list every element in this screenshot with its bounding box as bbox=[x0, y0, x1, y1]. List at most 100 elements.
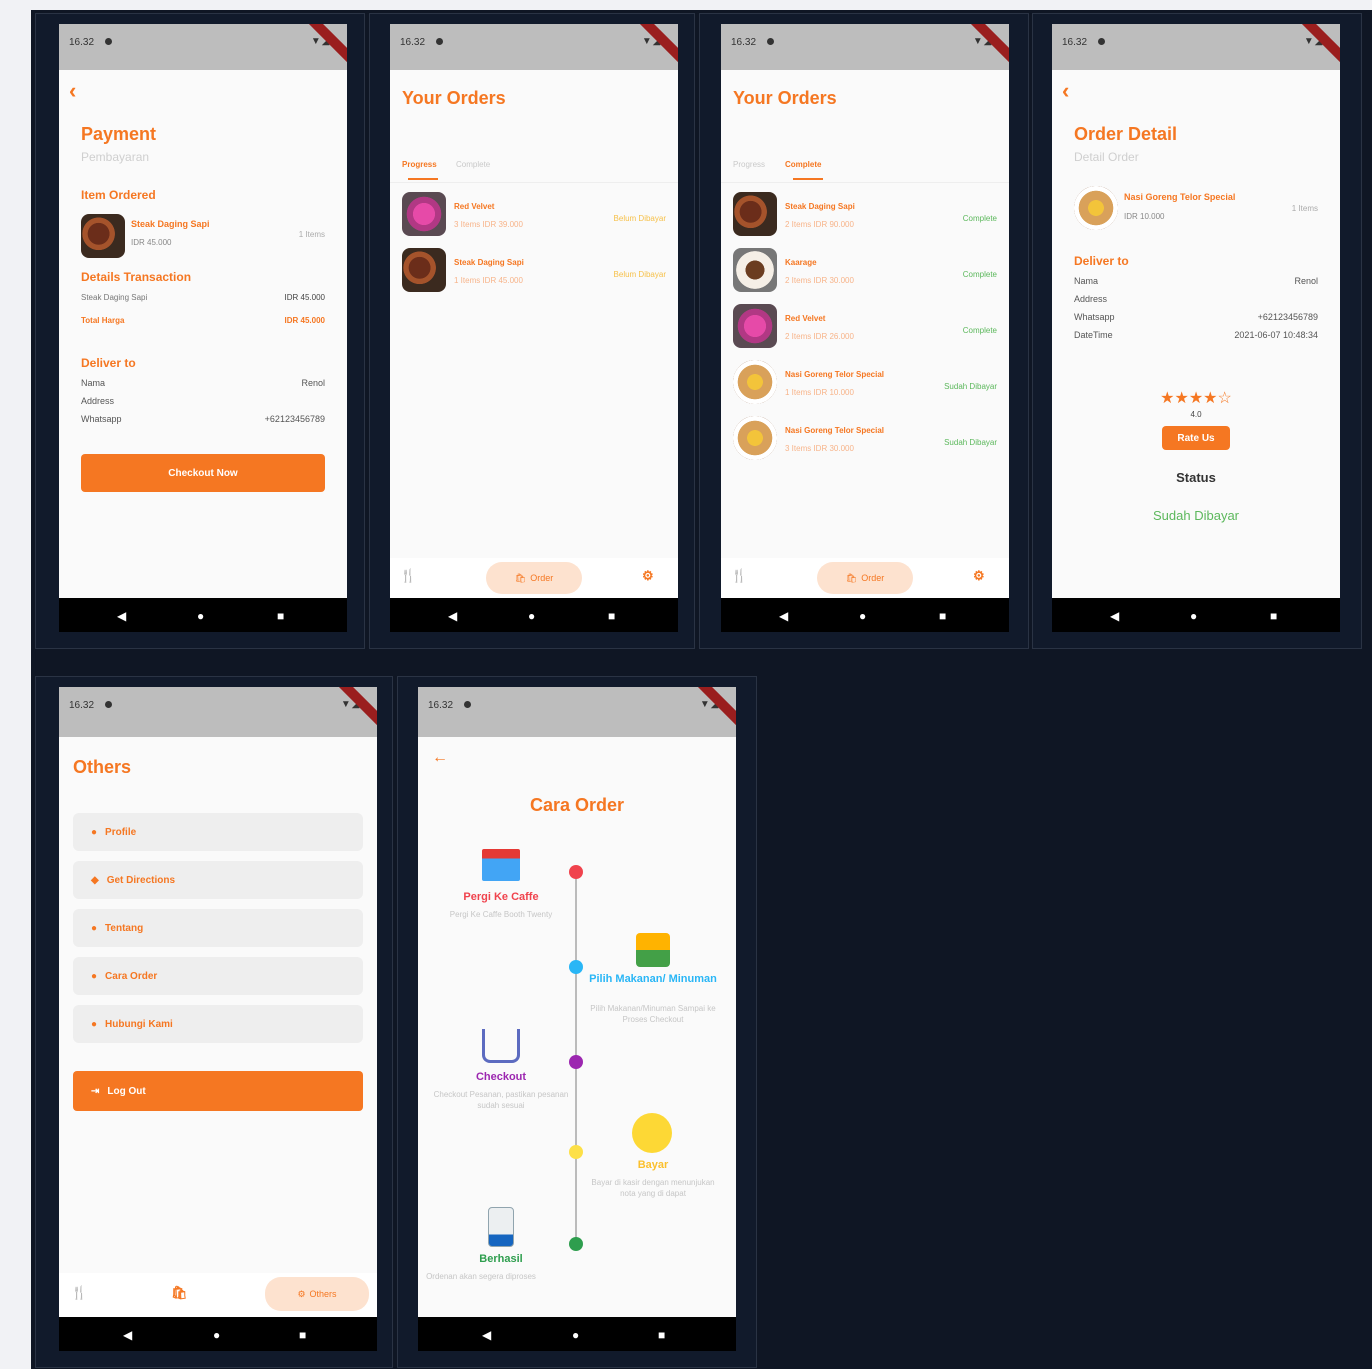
page-subtitle: Detail Order bbox=[1074, 150, 1139, 164]
settings-icon: ⚙ bbox=[297, 1288, 306, 1299]
detail-row-name: Steak Daging Sapi bbox=[81, 293, 148, 302]
bottom-nav: 🍴 🛍 Order ⚙ bbox=[721, 558, 1009, 598]
order-status: Sudah Dibayar bbox=[944, 438, 997, 447]
nav-back-icon[interactable]: ◀ bbox=[1110, 609, 1119, 623]
nav-back-icon[interactable]: ◀ bbox=[482, 1328, 491, 1342]
nav-recent-icon[interactable]: ■ bbox=[1270, 609, 1277, 623]
nav-recent-icon[interactable]: ■ bbox=[939, 609, 946, 623]
nav-back-icon[interactable]: ◀ bbox=[779, 609, 788, 623]
menu-item-hubungi[interactable]: ● Hubungi Kami bbox=[73, 1005, 363, 1043]
detail-datetime-value: 2021-06-07 10:48:34 bbox=[1234, 330, 1318, 340]
settings-icon[interactable]: ⚙ bbox=[973, 568, 985, 584]
item-ordered-label: Item Ordered bbox=[81, 188, 156, 202]
menu-item-label: Hubungi Kami bbox=[105, 1018, 173, 1030]
timeline-dot-4 bbox=[569, 1145, 583, 1159]
order-status: Sudah Dibayar bbox=[944, 382, 997, 391]
nav-home-icon[interactable]: ● bbox=[528, 609, 535, 623]
tab-progress[interactable]: Progress bbox=[402, 160, 437, 169]
item-thumbnail bbox=[81, 214, 125, 258]
rating-stars-icon[interactable]: ★★★★☆ bbox=[1052, 388, 1340, 408]
menu-item-tentang[interactable]: ● Tentang bbox=[73, 909, 363, 947]
logout-icon: ⇥ bbox=[91, 1085, 100, 1097]
nav-recent-icon[interactable]: ■ bbox=[608, 609, 615, 623]
nav-home-icon[interactable]: ● bbox=[1190, 609, 1197, 623]
order-thumbnail bbox=[402, 192, 446, 236]
item-price: IDR 45.000 bbox=[131, 238, 172, 247]
nav-back-icon[interactable]: ◀ bbox=[123, 1328, 132, 1342]
menu-item-profile[interactable]: ● Profile bbox=[73, 813, 363, 851]
page-title: Your Orders bbox=[402, 88, 506, 108]
order-icon: 🛍 bbox=[514, 572, 527, 583]
timeline-dot-3 bbox=[569, 1055, 583, 1069]
nav-back-icon[interactable]: ◀ bbox=[117, 609, 126, 623]
nav-back-icon[interactable]: ◀ bbox=[448, 609, 457, 623]
step-title: Berhasil bbox=[479, 1253, 523, 1265]
page-title: Your Orders bbox=[733, 88, 837, 108]
nav-home-icon[interactable]: ● bbox=[572, 1328, 579, 1342]
nav-order-label: Order bbox=[861, 573, 885, 583]
status-bar: 16.32 ▼◢▮ bbox=[390, 24, 678, 70]
system-navbar: ◀ ● ■ bbox=[1052, 598, 1340, 632]
settings-icon[interactable]: ⚙ bbox=[642, 568, 654, 584]
back-icon[interactable]: ‹ bbox=[69, 78, 76, 104]
status-bar: 16.32 ▼◢▮ bbox=[59, 687, 377, 737]
orders-progress-content: Your Orders Progress Complete Red Velvet… bbox=[390, 70, 678, 598]
restaurant-icon[interactable]: 🍴 bbox=[731, 568, 747, 584]
settings-dot-icon bbox=[767, 38, 774, 45]
tab-indicator bbox=[408, 178, 438, 180]
menu-item-cara-order[interactable]: ● Cara Order bbox=[73, 957, 363, 995]
total-value: IDR 45.000 bbox=[284, 316, 325, 325]
cara-order-screen: 16.32 ▼◢▮ ← Cara Order Pergi Ke Caffe Pe… bbox=[418, 687, 736, 1351]
order-icon: 🛍 bbox=[845, 572, 858, 583]
nav-others-tab[interactable]: ⚙ Others bbox=[265, 1277, 369, 1311]
rate-us-button[interactable]: Rate Us bbox=[1162, 426, 1230, 450]
bottom-nav: 🍴 🛍 ⚙ Others bbox=[59, 1273, 377, 1317]
arrow-back-icon[interactable]: ← bbox=[432, 749, 448, 767]
tab-divider bbox=[390, 182, 678, 183]
checkout-button[interactable]: Checkout Now bbox=[81, 454, 325, 492]
status-bar: 16.32 ▼◢▮ bbox=[418, 687, 736, 737]
order-status: Belum Dibayar bbox=[613, 270, 666, 279]
nav-home-icon[interactable]: ● bbox=[859, 609, 866, 623]
detail-whatsapp-value: +62123456789 bbox=[1257, 312, 1318, 322]
item-qty: 1 Items bbox=[1291, 204, 1318, 213]
system-navbar: ◀ ● ■ bbox=[59, 1317, 377, 1351]
back-icon[interactable]: ‹ bbox=[1062, 78, 1069, 104]
restaurant-icon[interactable]: 🍴 bbox=[400, 568, 416, 584]
step-desc: Ordenan akan segera diproses bbox=[426, 1272, 536, 1281]
order-name: Kaarage bbox=[785, 258, 817, 267]
restaurant-icon[interactable]: 🍴 bbox=[71, 1285, 87, 1301]
nav-recent-icon[interactable]: ■ bbox=[299, 1328, 306, 1342]
status-time: 16.32 bbox=[69, 37, 95, 48]
deliver-address-label: Address bbox=[81, 396, 115, 406]
store-icon bbox=[482, 849, 520, 881]
cara-order-content: ← Cara Order Pergi Ke Caffe Pergi Ke Caf… bbox=[418, 737, 736, 1317]
nav-home-icon[interactable]: ● bbox=[213, 1328, 220, 1342]
status-value: Sudah Dibayar bbox=[1153, 508, 1239, 523]
order-icon[interactable]: 🛍 bbox=[171, 1285, 188, 1301]
status-time: 16.32 bbox=[69, 700, 95, 711]
bottom-nav: 🍴 🛍 Order ⚙ bbox=[390, 558, 678, 598]
nav-home-icon[interactable]: ● bbox=[197, 609, 204, 623]
order-meta: 2 Items IDR 90.000 bbox=[785, 220, 854, 229]
timeline-dot-1 bbox=[569, 865, 583, 879]
tab-progress[interactable]: Progress bbox=[733, 160, 765, 169]
logout-button[interactable]: ⇥ Log Out bbox=[73, 1071, 363, 1111]
detail-name-label: Nama bbox=[1074, 276, 1099, 286]
nav-order-tab[interactable]: 🛍 Order bbox=[817, 562, 913, 594]
nav-order-tab[interactable]: 🛍 Order bbox=[486, 562, 582, 594]
page-title: Others bbox=[73, 757, 132, 777]
step-title: Bayar bbox=[637, 1159, 669, 1171]
nav-recent-icon[interactable]: ■ bbox=[277, 609, 284, 623]
order-name: Red Velvet bbox=[785, 314, 826, 323]
deliver-name-label: Nama bbox=[81, 378, 106, 388]
payment-content: ‹ Payment Pembayaran Item Ordered Steak … bbox=[59, 70, 347, 598]
tab-complete[interactable]: Complete bbox=[785, 160, 821, 169]
item-price: IDR 10.000 bbox=[1124, 212, 1165, 221]
order-thumbnail bbox=[733, 248, 777, 292]
tab-complete[interactable]: Complete bbox=[456, 160, 490, 169]
menu-item-directions[interactable]: ◆ Get Directions bbox=[73, 861, 363, 899]
nav-recent-icon[interactable]: ■ bbox=[658, 1328, 665, 1342]
order-name: Nasi Goreng Telor Special bbox=[785, 370, 884, 379]
order-thumbnail bbox=[733, 192, 777, 236]
